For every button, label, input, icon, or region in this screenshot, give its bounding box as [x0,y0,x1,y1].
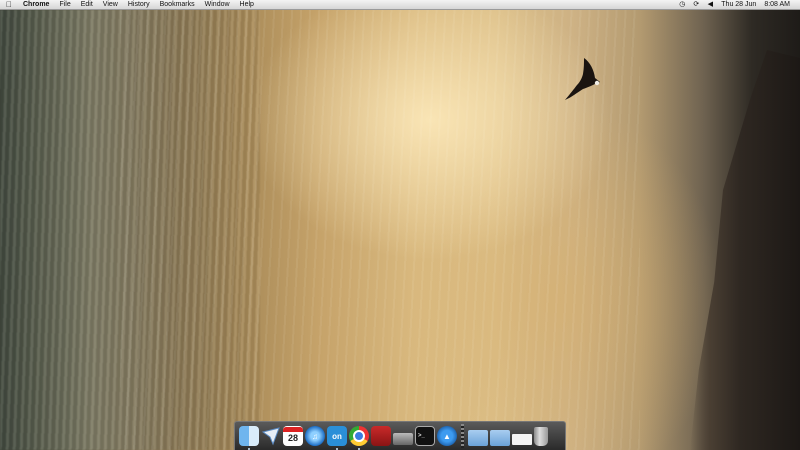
on-app-label: on [332,431,342,441]
wallpaper-cliff [690,50,800,450]
menu-view[interactable]: View [98,0,123,10]
scanner-icon[interactable] [393,433,413,445]
menubar-date[interactable]: Thu 28 Jun [717,0,760,10]
calendar-icon[interactable]: 28 [283,426,303,446]
document-preview-icon[interactable] [512,433,532,445]
app-store-icon[interactable]: ▲ [437,426,457,446]
applications-folder-icon[interactable] [468,430,488,446]
volume-icon[interactable]: ◀ [705,0,715,10]
terminal-icon[interactable]: >_ [415,426,435,446]
trash-icon[interactable] [534,426,548,446]
mail-icon[interactable] [261,426,281,446]
desktop[interactable]:  Chrome File Edit View History Bookmark… [0,0,800,450]
menu-edit[interactable]: Edit [76,0,98,10]
app-menu-chrome[interactable]: Chrome [18,0,54,10]
dock: 28 ♫ on >_ ▲ [234,421,566,450]
apple-icon[interactable]:  [0,0,18,10]
calendar-day: 28 [287,433,298,443]
chrome-icon[interactable] [349,426,369,450]
book-icon[interactable] [371,426,391,446]
itunes-icon[interactable]: ♫ [305,426,325,446]
menu-help[interactable]: Help [235,0,259,10]
menu-bar:  Chrome File Edit View History Bookmark… [0,0,800,10]
dock-separator [461,424,464,448]
sync-icon[interactable]: ⟳ [691,0,701,10]
menu-file[interactable]: File [54,0,75,10]
wallpaper-eagle [565,58,600,100]
terminal-prompt: >_ [418,433,425,439]
menu-bookmarks[interactable]: Bookmarks [155,0,200,10]
finder-icon[interactable] [239,426,259,450]
on-app-icon[interactable]: on [327,426,347,450]
mail-stamp-icon [261,427,280,446]
time-machine-icon[interactable]: ◷ [677,0,687,10]
menu-window[interactable]: Window [200,0,235,10]
documents-folder-icon[interactable] [490,430,510,446]
menubar-time[interactable]: 8:08 AM [760,0,794,10]
menu-history[interactable]: History [123,0,155,10]
